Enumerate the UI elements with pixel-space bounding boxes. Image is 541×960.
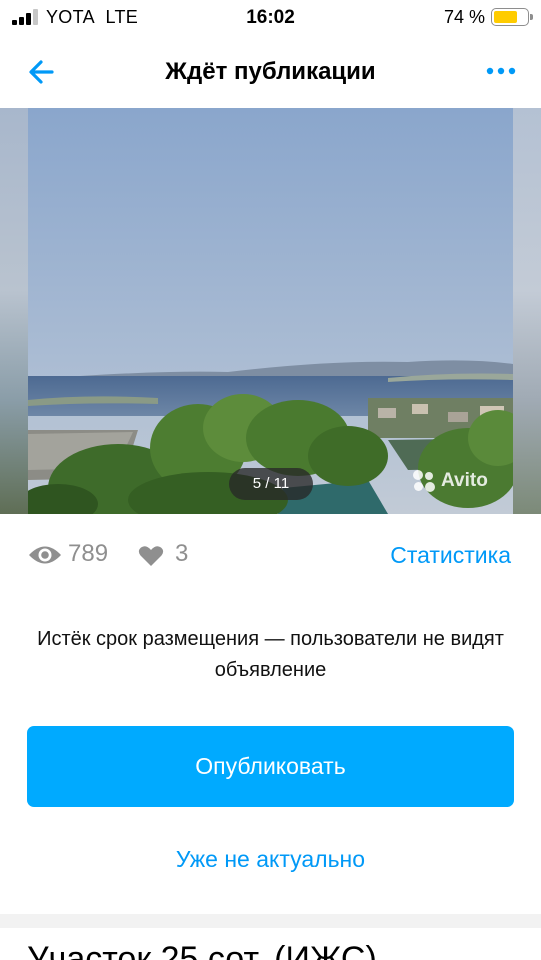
photo-counter: 5 / 11 — [229, 468, 313, 500]
battery-icon — [491, 8, 533, 26]
section-divider — [0, 914, 541, 928]
battery-level — [494, 11, 517, 23]
statistics-link[interactable]: Статистика — [390, 542, 511, 569]
expired-notice: Истёк срок размещения — пользователи не … — [37, 628, 504, 681]
status-bar: YOTA LTE 16:02 74 % — [0, 0, 541, 36]
publish-button[interactable]: Опубликовать — [27, 726, 514, 807]
next-photo-preview[interactable] — [513, 108, 541, 514]
nav-bar: Ждёт публикации — [0, 36, 541, 108]
more-options-button[interactable] — [481, 56, 521, 86]
views-count: 789 — [68, 540, 109, 567]
battery-percent: 74 % — [443, 7, 485, 27]
more-horizontal-icon — [486, 67, 516, 75]
listing-title: Участок 25 сот. (ИЖС) — [27, 940, 377, 960]
favorites-count: 3 — [175, 540, 189, 567]
listing-photo[interactable] — [28, 108, 513, 514]
heart-icon — [138, 546, 164, 566]
stats-row: 789 3 Статистика — [0, 536, 541, 576]
eye-icon — [29, 546, 61, 564]
page-title: Ждёт публикации — [165, 58, 376, 85]
watermark-text: Avito — [441, 470, 488, 491]
avito-logo-icon — [413, 470, 437, 492]
previous-photo-preview[interactable] — [0, 108, 28, 514]
avito-watermark: Avito — [413, 470, 488, 498]
photo-gallery[interactable]: 5 / 11 Avito — [0, 108, 541, 514]
no-longer-relevant-link[interactable]: Уже не актуально — [0, 846, 541, 873]
